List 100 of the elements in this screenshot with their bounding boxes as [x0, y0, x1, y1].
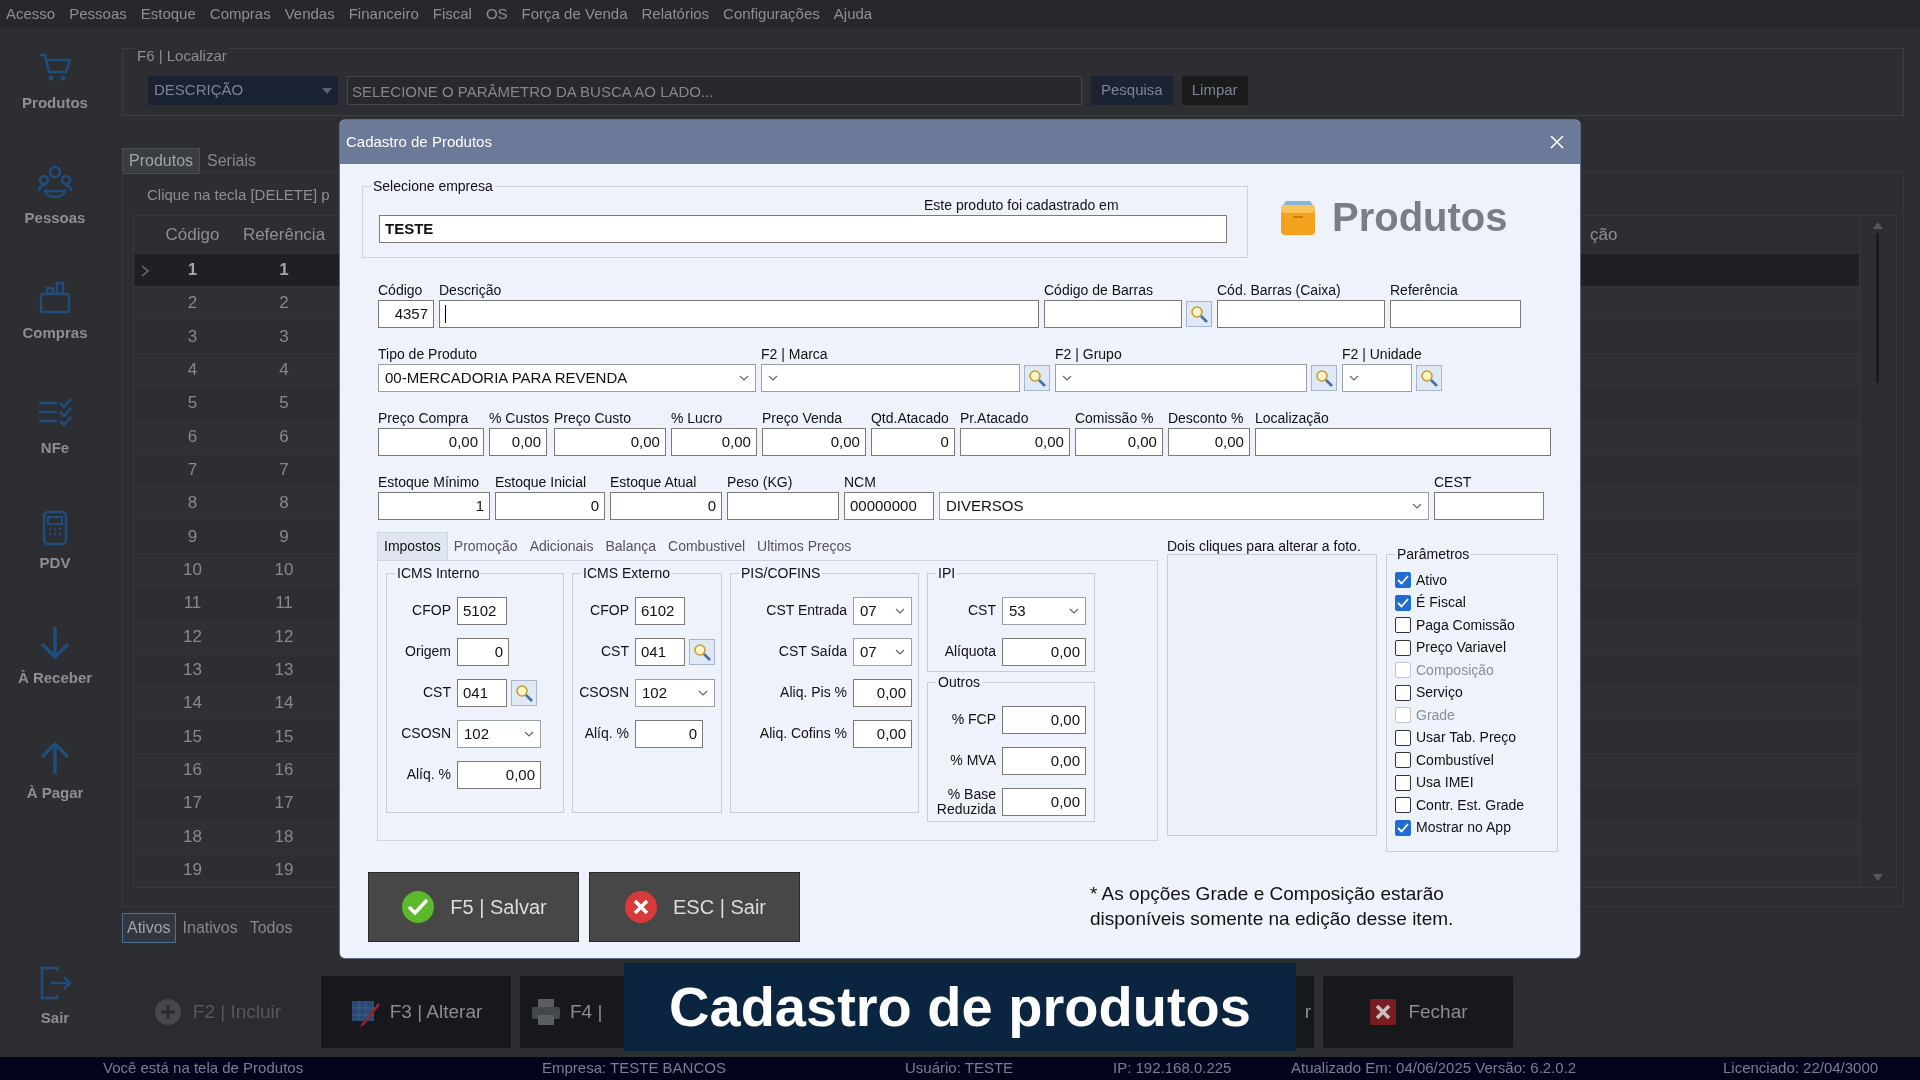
sidebar-label[interactable]: Pessoas — [24, 207, 86, 230]
checkbox-label: Contr. Est. Grade — [1416, 795, 1525, 815]
menu-item[interactable]: Acesso — [6, 2, 56, 26]
field-label: Estoque Atual — [610, 473, 698, 492]
field-label: Estoque Mínimo — [378, 473, 481, 492]
input-field[interactable]: 0,00 — [1002, 747, 1086, 775]
tab[interactable]: Ultimos Preços — [751, 533, 858, 560]
checkbox-label: Composição — [1416, 660, 1494, 680]
column-header[interactable]: Referência — [242, 225, 326, 245]
field-label: Estoque Inicial — [495, 473, 588, 492]
search-field[interactable]: SELECIONE O PARÂMETRO DA BUSCA AO LADO... — [347, 76, 1082, 105]
dialog-button[interactable]: ESC | Sair — [589, 872, 800, 942]
menu-item[interactable]: Relatórios — [641, 2, 710, 26]
field-label: CEST — [1434, 473, 1473, 492]
table-cell: 4 — [156, 353, 229, 387]
input-field[interactable]: 0,00 — [670, 428, 757, 456]
input-field[interactable]: 0 — [457, 638, 509, 666]
dropdown[interactable]: 07 — [853, 638, 912, 666]
tab[interactable]: Adicionais — [523, 533, 600, 560]
tab[interactable]: Produtos — [122, 148, 201, 174]
menu-item[interactable]: Vendas — [284, 2, 335, 26]
sidebar-label[interactable]: Compras — [22, 322, 88, 345]
hint-text: Clique na tecla [DELETE] p — [147, 186, 330, 203]
status-text: Usuário: TESTE — [905, 1059, 1014, 1077]
filter-tab[interactable]: Inativos — [177, 913, 243, 943]
input-field[interactable]: 041 — [457, 679, 507, 707]
dropdown[interactable]: DIVERSOS — [939, 492, 1429, 520]
sidebar-label[interactable]: PDV — [39, 552, 71, 575]
menu-item[interactable]: Força de Venda — [521, 2, 628, 26]
search-button[interactable]: Limpar — [1181, 76, 1248, 105]
table-cell: 18 — [229, 819, 339, 853]
menu-item[interactable]: Pessoas — [69, 2, 127, 26]
company-field[interactable]: TESTE — [379, 215, 1227, 243]
input-field[interactable]: 0,00 — [1002, 706, 1086, 734]
input-field[interactable]: 0 — [870, 428, 955, 456]
menu-item[interactable]: Estoque — [140, 2, 196, 26]
menu-item[interactable]: Compras — [209, 2, 271, 26]
input-field[interactable]: 1 — [378, 492, 490, 520]
input-field[interactable]: 0,00 — [489, 428, 547, 456]
menu-item[interactable]: Ajuda — [833, 2, 873, 26]
filter-tab[interactable]: Todos — [244, 913, 298, 943]
dropdown[interactable]: 00-MERCADORIA PARA REVENDA — [378, 364, 756, 392]
table-cell: 7 — [156, 453, 229, 487]
dropdown[interactable]: 102 — [635, 679, 715, 707]
menu-item[interactable]: Financeiro — [348, 2, 419, 26]
sidebar-label[interactable]: Sair — [40, 1006, 70, 1029]
sidebar-label[interactable]: Produtos — [22, 92, 88, 115]
tab[interactable]: Combustivel — [662, 533, 752, 560]
input-field[interactable]: 5102 — [457, 597, 507, 625]
dropdown[interactable]: 07 — [853, 597, 912, 625]
input-field[interactable]: 0 — [610, 492, 722, 520]
tab[interactable]: Promoção — [447, 533, 524, 560]
input-field[interactable]: 00000000 — [844, 492, 934, 520]
menu-item[interactable]: Fiscal — [432, 2, 472, 26]
sidebar-label[interactable]: À Pagar — [26, 782, 84, 805]
sidebar-label[interactable]: À Receber — [17, 667, 93, 690]
input-field[interactable]: 0 — [635, 720, 703, 748]
tab[interactable]: Seriais — [200, 148, 263, 174]
checkbox-label: Paga Comissão — [1416, 615, 1515, 635]
field-label: Aliq. Pis % — [779, 685, 847, 701]
dropdown[interactable]: 53 — [1002, 597, 1086, 625]
action-button[interactable]: Fechar — [1323, 976, 1513, 1048]
input-field[interactable]: 0,00 — [1002, 638, 1086, 666]
input-field[interactable]: 0,00 — [1167, 428, 1250, 456]
column-header[interactable]: Código — [165, 225, 220, 245]
dialog-button[interactable]: F5 | Salvar — [368, 872, 579, 942]
input-field[interactable]: 0,00 — [1002, 788, 1086, 816]
checkbox-label: Usar Tab. Preço — [1416, 728, 1517, 748]
action-button[interactable]: F3 | Alterar — [321, 976, 511, 1048]
field-label: CST Entrada — [765, 603, 847, 619]
input-field[interactable]: 0,00 — [378, 428, 484, 456]
filter-tab[interactable]: Ativos — [122, 913, 176, 943]
field-label: CST — [967, 603, 996, 619]
menu-item[interactable]: OS — [485, 2, 508, 26]
input-field[interactable]: 0,00 — [1074, 428, 1163, 456]
input-field[interactable]: 6102 — [635, 597, 685, 625]
status-text: Licenciado: 22/04/3000 — [1723, 1059, 1879, 1077]
tab[interactable]: Balança — [599, 533, 663, 560]
input-field[interactable]: 0,00 — [853, 720, 912, 748]
field-label: Preço Custo — [553, 409, 632, 428]
input-field[interactable]: 0,00 — [761, 428, 866, 456]
field-label: F2 | Unidade — [1342, 345, 1423, 364]
parameter-dropdown[interactable]: DESCRIÇÃO — [148, 76, 338, 105]
input-field[interactable]: 0 — [495, 492, 605, 520]
field-label: Código de Barras — [1044, 281, 1154, 300]
menu-item[interactable]: Configurações — [723, 2, 820, 26]
tab[interactable]: Impostos — [377, 532, 448, 560]
input-field[interactable]: 0,00 — [853, 679, 912, 707]
input-field[interactable]: 0,00 — [959, 428, 1070, 456]
dropdown[interactable]: 102 — [457, 720, 541, 748]
input-field[interactable]: 041 — [635, 638, 685, 666]
table-cell: 15 — [156, 719, 229, 754]
input-field[interactable]: 0,00 — [457, 761, 541, 789]
input-field[interactable]: 4357 — [378, 300, 434, 328]
field-label: Pr.Atacado — [959, 409, 1030, 428]
field-label: Preço Compra — [378, 409, 470, 428]
sidebar-label[interactable]: NFe — [40, 437, 70, 460]
search-button[interactable]: Pesquisa — [1091, 76, 1173, 105]
column-header[interactable]: ção — [1590, 225, 1618, 245]
input-field[interactable]: 0,00 — [553, 428, 666, 456]
